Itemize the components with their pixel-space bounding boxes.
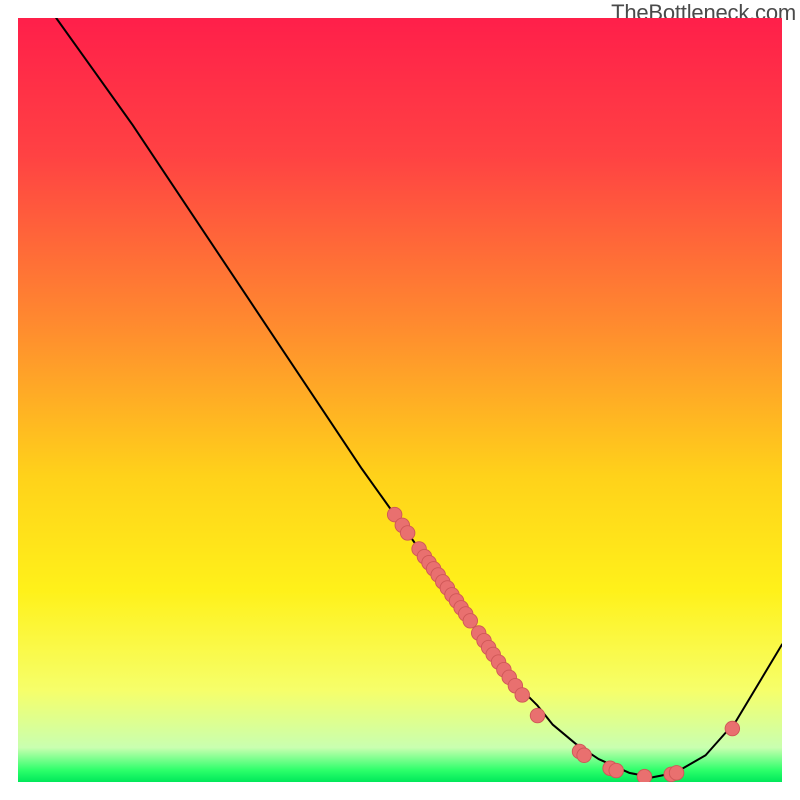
curve-layer [18,18,782,782]
chart-stage: TheBottleneck.com [0,0,800,800]
curve-marker [725,721,740,736]
curve-marker [400,526,415,541]
curve-marker [530,708,545,723]
curve-marker [463,614,478,629]
curve-markers [387,507,739,782]
curve-marker [637,769,652,782]
bottleneck-curve [56,18,782,777]
curve-marker [577,748,592,763]
curve-marker [609,763,624,778]
curve-marker [515,688,530,703]
curve-marker [669,766,684,781]
plot-area [18,18,782,782]
